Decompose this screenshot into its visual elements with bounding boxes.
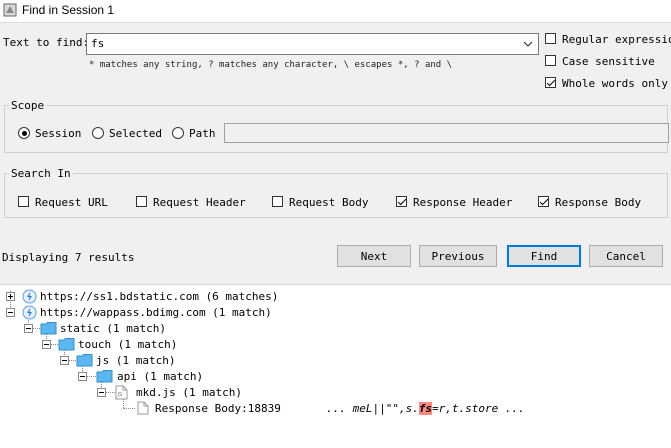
match-context-before: ... meL||"",s. bbox=[326, 402, 419, 415]
search-in-title: Search In bbox=[9, 167, 73, 180]
tree-item-host1[interactable]: https://ss1.bdstatic.com (6 matches) bbox=[40, 290, 278, 303]
collapse-static[interactable] bbox=[24, 324, 33, 333]
collapse-file[interactable] bbox=[97, 388, 106, 397]
scope-title: Scope bbox=[9, 99, 47, 112]
response-header-checkbox[interactable] bbox=[396, 196, 407, 210]
app-icon bbox=[3, 3, 17, 17]
whole-words-checkbox[interactable] bbox=[545, 77, 556, 91]
selected-radio[interactable] bbox=[92, 127, 104, 142]
session-label: Session bbox=[35, 127, 82, 140]
folder-icon bbox=[96, 370, 113, 383]
expand-host1[interactable] bbox=[6, 292, 15, 301]
text-to-find-label: Text to find: bbox=[3, 36, 90, 49]
next-button[interactable]: Next bbox=[337, 245, 411, 267]
request-url-checkbox[interactable] bbox=[18, 196, 29, 210]
js-file-icon: JS bbox=[115, 385, 128, 400]
title-separator bbox=[0, 22, 671, 23]
chevron-down-icon[interactable] bbox=[517, 34, 538, 54]
whole-words-label: Whole words only bbox=[562, 77, 668, 90]
tree-item-static[interactable]: static (1 match) bbox=[60, 322, 166, 335]
match-highlight: fs bbox=[418, 402, 433, 415]
wildcard-hint: * matches any string, ? matches any char… bbox=[89, 60, 453, 70]
tree-item-host2[interactable]: https://wappass.bdimg.com (1 match) bbox=[40, 306, 272, 319]
request-body-checkbox[interactable] bbox=[272, 196, 283, 210]
lightning-globe-icon bbox=[22, 289, 37, 304]
session-radio[interactable] bbox=[18, 127, 30, 142]
document-icon bbox=[137, 401, 149, 415]
request-body-label: Request Body bbox=[289, 196, 369, 209]
cancel-button[interactable]: Cancel bbox=[589, 245, 663, 267]
request-url-label: Request URL bbox=[35, 196, 108, 209]
search-input[interactable]: fs bbox=[91, 37, 104, 50]
collapse-js[interactable] bbox=[60, 356, 69, 365]
window-title: Find in Session 1 bbox=[22, 3, 115, 17]
svg-text:JS: JS bbox=[117, 392, 123, 398]
path-radio[interactable] bbox=[172, 127, 184, 142]
previous-button[interactable]: Previous bbox=[419, 245, 497, 267]
path-label: Path bbox=[189, 127, 216, 140]
folder-icon bbox=[40, 322, 57, 335]
case-sensitive-checkbox[interactable] bbox=[545, 55, 556, 69]
tree-item-api[interactable]: api (1 match) bbox=[117, 370, 203, 383]
response-body-checkbox[interactable] bbox=[538, 196, 549, 210]
match-context-after: =r,t.store ... bbox=[432, 402, 525, 415]
response-body-label: Response Body bbox=[555, 196, 642, 209]
request-header-label: Request Header bbox=[153, 196, 246, 209]
find-button[interactable]: Find bbox=[507, 245, 581, 267]
lightning-globe-icon bbox=[22, 305, 37, 320]
tree-item-file[interactable]: mkd.js (1 match) bbox=[136, 386, 242, 399]
regex-label: Regular expression bbox=[562, 33, 671, 46]
collapse-touch[interactable] bbox=[42, 340, 51, 349]
folder-icon bbox=[76, 354, 93, 367]
match-location: Response Body:18839 bbox=[155, 402, 281, 415]
results-count: Displaying 7 results bbox=[2, 251, 135, 264]
folder-icon bbox=[58, 338, 75, 351]
path-input[interactable] bbox=[224, 123, 669, 143]
response-header-label: Response Header bbox=[413, 196, 513, 209]
collapse-api[interactable] bbox=[78, 372, 87, 381]
tree-item-js[interactable]: js (1 match) bbox=[96, 354, 175, 367]
selected-label: Selected bbox=[109, 127, 162, 140]
case-sensitive-label: Case sensitive bbox=[562, 55, 655, 68]
results-tree: https://ss1.bdstatic.com (6 matches) htt… bbox=[0, 284, 671, 448]
tree-item-touch[interactable]: touch (1 match) bbox=[78, 338, 177, 351]
regex-checkbox[interactable] bbox=[545, 33, 556, 47]
search-combobox[interactable]: fs bbox=[86, 33, 539, 55]
tree-item-match[interactable]: Response Body:18839 ... meL||"",s.fs=r,t… bbox=[155, 402, 525, 415]
collapse-host2[interactable] bbox=[6, 308, 15, 317]
request-header-checkbox[interactable] bbox=[136, 196, 147, 210]
